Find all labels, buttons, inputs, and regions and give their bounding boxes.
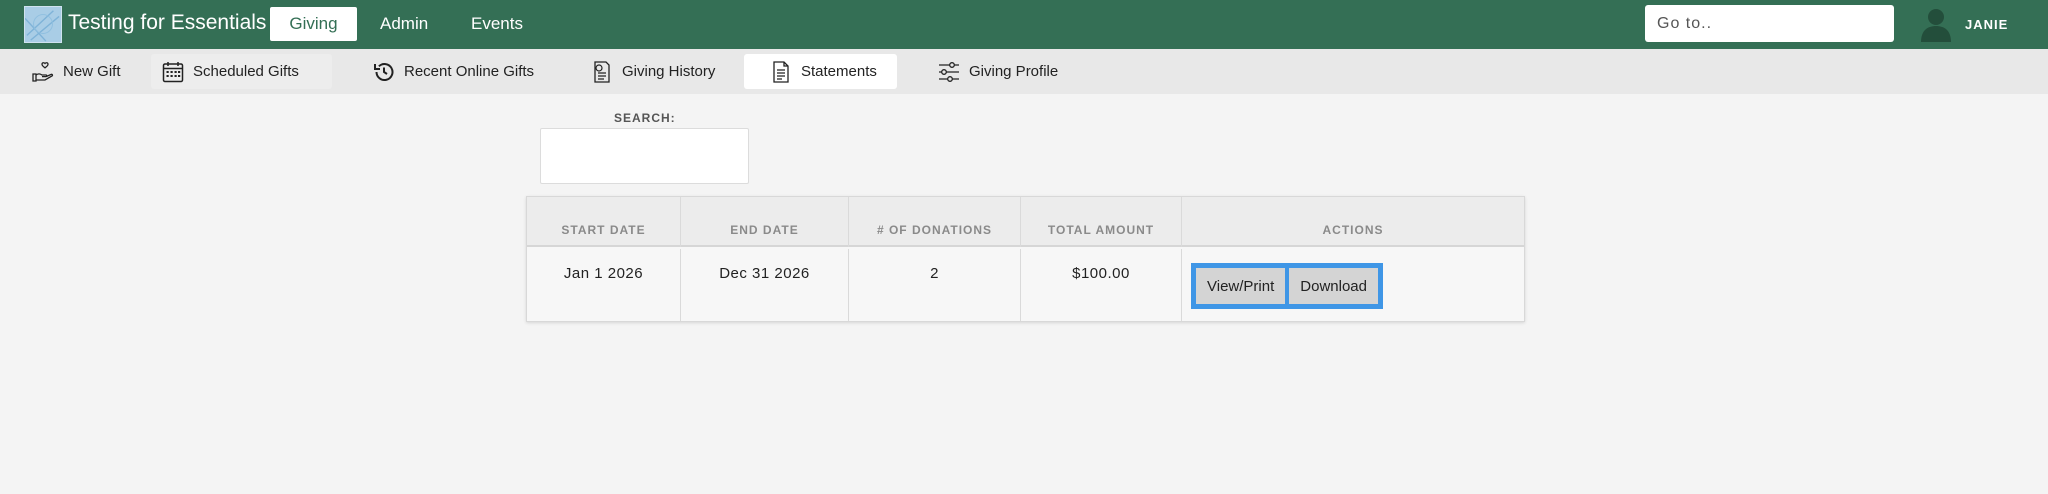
- history-icon: [374, 62, 394, 81]
- cell-end-date: Dec 31 2026: [681, 249, 849, 321]
- column-header-end-date[interactable]: END DATE: [681, 197, 849, 247]
- document-icon: [773, 60, 789, 83]
- statements-table: START DATE END DATE # OF DONATIONS TOTAL…: [526, 196, 1525, 322]
- search-label: SEARCH:: [614, 111, 676, 125]
- column-header-actions: ACTIONS: [1322, 223, 1384, 237]
- download-button[interactable]: Download: [1289, 268, 1378, 304]
- nav-tab-admin[interactable]: Admin: [360, 7, 448, 41]
- nav-tab-giving[interactable]: Giving: [270, 7, 357, 41]
- statements-search-input[interactable]: [540, 128, 749, 184]
- view-print-button[interactable]: View/Print: [1196, 268, 1286, 304]
- column-header-start-date[interactable]: START DATE: [527, 197, 681, 247]
- user-name[interactable]: JANIE: [1965, 17, 2008, 32]
- subnav-item-giving-history[interactable]: Giving History: [580, 54, 725, 89]
- subnav-label: Statements: [801, 63, 877, 80]
- receipt-icon: [594, 60, 610, 83]
- subnav-label: Giving Profile: [969, 63, 1059, 80]
- subnav-item-statements[interactable]: Statements: [744, 54, 897, 89]
- goto-search-input[interactable]: [1645, 5, 1894, 42]
- column-header-total-amount[interactable]: TOTAL AMOUNT: [1021, 197, 1182, 247]
- nav-tab-events[interactable]: Events: [451, 7, 543, 41]
- cell-donations: 2: [849, 249, 1021, 321]
- cell-total-amount: $100.00: [1021, 249, 1182, 321]
- subnav-label: Recent Online Gifts: [404, 63, 535, 80]
- subnav-label: Scheduled Gifts: [193, 63, 299, 80]
- row-actions-group: View/Print Download: [1191, 263, 1383, 309]
- subnav-item-recent-online-gifts[interactable]: Recent Online Gifts: [362, 54, 544, 89]
- user-avatar-icon[interactable]: [1918, 6, 1954, 42]
- subnav-item-scheduled-gifts[interactable]: Scheduled Gifts: [151, 54, 332, 89]
- subnav-item-giving-profile[interactable]: Giving Profile: [927, 54, 1068, 89]
- table-header: START DATE END DATE # OF DONATIONS TOTAL…: [527, 197, 1524, 247]
- sub-nav: New Gift Scheduled Gifts Recent Online G…: [0, 49, 2048, 94]
- app-title[interactable]: Testing for Essentials: [68, 11, 266, 35]
- subnav-item-new-gift[interactable]: New Gift: [21, 54, 131, 89]
- sliders-icon: [939, 61, 959, 82]
- logo-icon: [25, 7, 61, 42]
- app-logo[interactable]: [24, 6, 62, 43]
- calendar-icon: [162, 61, 184, 82]
- cell-start-date: Jan 1 2026: [527, 249, 681, 321]
- hand-heart-icon: [32, 61, 54, 82]
- column-header-donations[interactable]: # OF DONATIONS: [849, 197, 1021, 247]
- subnav-label: Giving History: [622, 63, 716, 80]
- top-bar: Testing for Essentials Giving Admin Even…: [0, 0, 2048, 49]
- subnav-label: New Gift: [63, 63, 121, 80]
